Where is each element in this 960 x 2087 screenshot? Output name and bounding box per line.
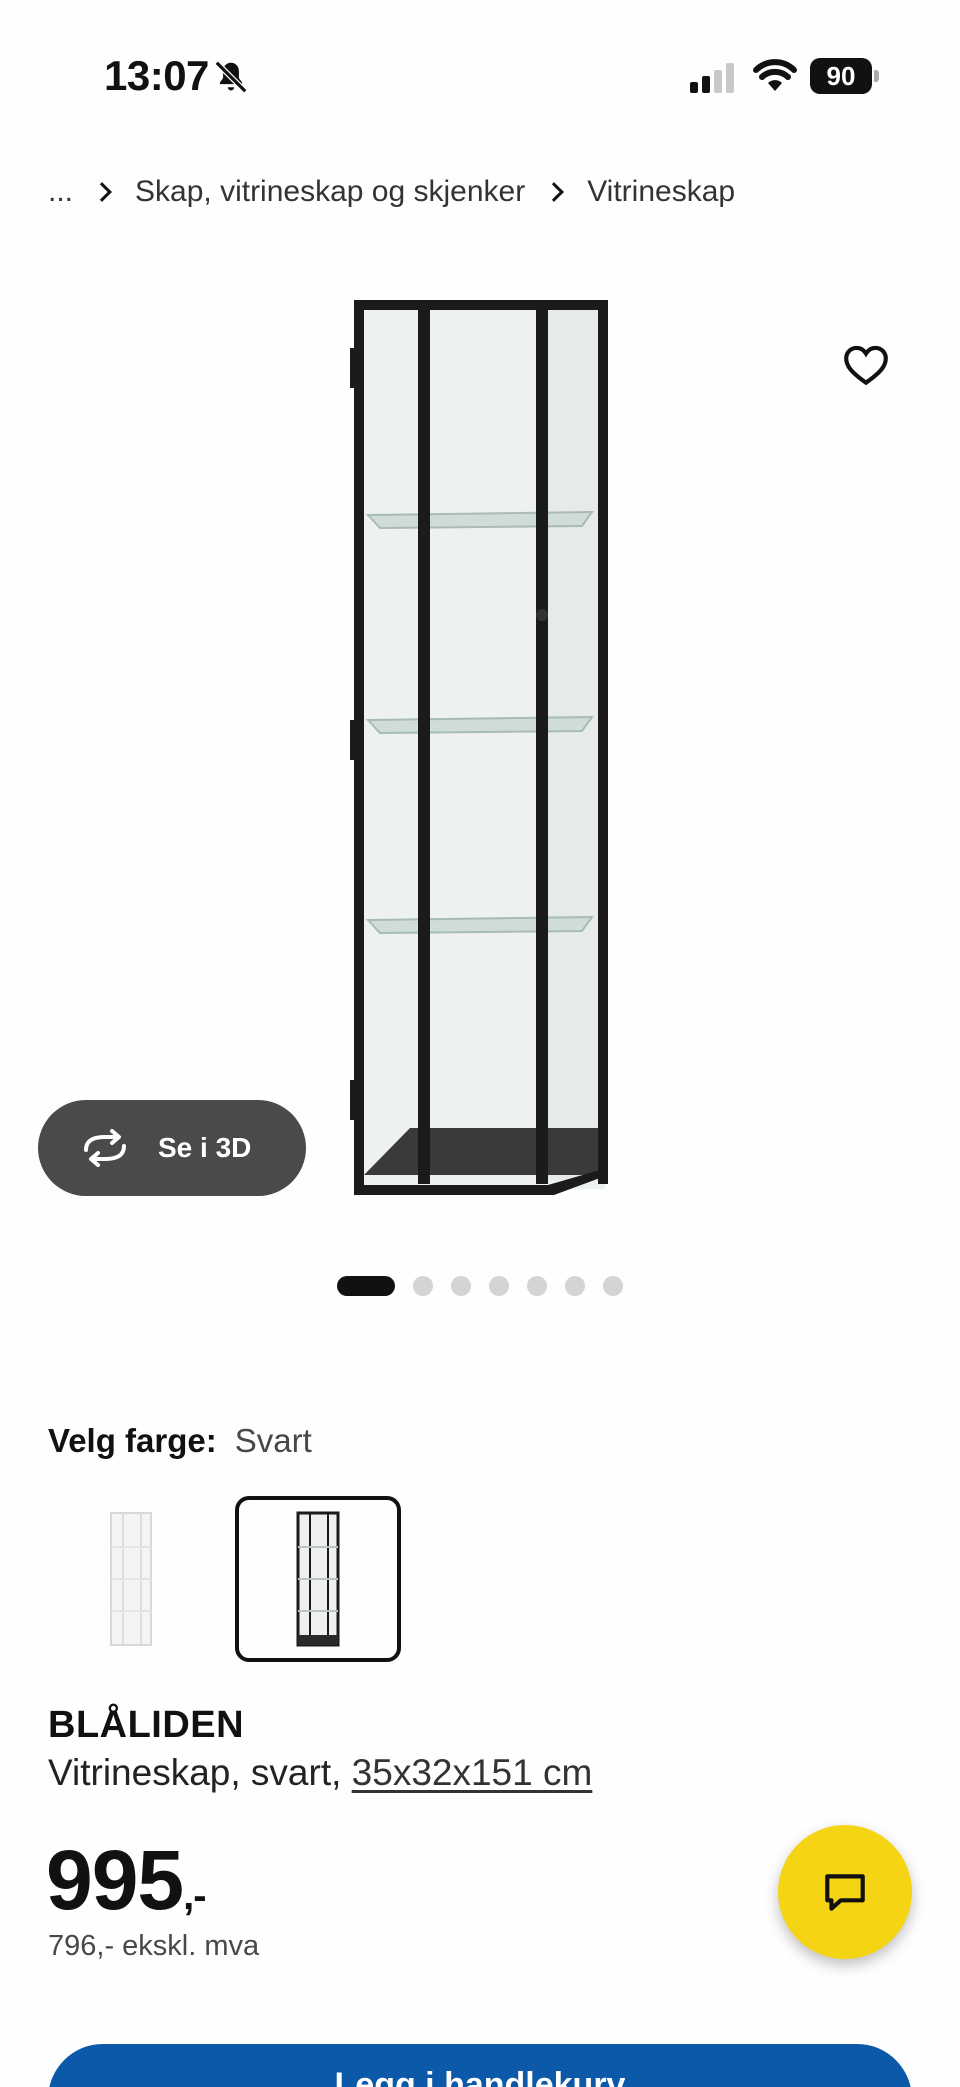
- gallery-pagination: [0, 1276, 960, 1296]
- rotate-3d-icon: [84, 1129, 126, 1167]
- bell-muted-icon: [214, 60, 248, 94]
- breadcrumb: ... Skap, vitrineskap og skjenker Vitrin…: [48, 172, 735, 212]
- price-value: 995: [46, 1833, 184, 1927]
- color-selected-value: Svart: [234, 1422, 312, 1459]
- product-description: Vitrineskap, svart, 35x32x151 cm: [48, 1752, 592, 1794]
- color-label: Velg farge:: [48, 1422, 217, 1459]
- white-cabinet-thumbnail: [110, 1512, 152, 1646]
- chat-icon: [825, 1874, 865, 1911]
- status-bar: 13:07 90: [0, 0, 960, 120]
- price-suffix: ,-: [183, 1874, 206, 1918]
- product-image-gallery[interactable]: [0, 260, 960, 1240]
- pagination-dot[interactable]: [603, 1276, 623, 1296]
- product-name: BLÅLIDEN: [48, 1704, 245, 1746]
- breadcrumb-cabinets[interactable]: Skap, vitrineskap og skjenker: [135, 175, 525, 209]
- view-3d-button[interactable]: Se i 3D: [38, 1100, 306, 1196]
- pagination-dot[interactable]: [489, 1276, 509, 1296]
- chat-button[interactable]: [778, 1825, 912, 1959]
- battery-indicator: 90: [810, 58, 880, 94]
- cellular-signal-icon: [690, 63, 734, 93]
- breadcrumb-display-cabinets[interactable]: Vitrineskap: [587, 175, 735, 209]
- color-swatch-black[interactable]: [235, 1496, 401, 1662]
- pagination-dot[interactable]: [527, 1276, 547, 1296]
- wifi-icon: [753, 59, 797, 91]
- pagination-dot[interactable]: [451, 1276, 471, 1296]
- product-dimensions-link[interactable]: 35x32x151 cm: [352, 1752, 593, 1793]
- color-picker-heading: Velg farge: Svart: [48, 1422, 312, 1460]
- product-type: Vitrineskap, svart,: [48, 1752, 342, 1793]
- pagination-dot[interactable]: [413, 1276, 433, 1296]
- product-price: 995,-: [46, 1832, 207, 1929]
- black-cabinet-thumbnail: [296, 1511, 340, 1647]
- chevron-right-icon: [544, 182, 565, 202]
- product-image: [350, 300, 608, 1195]
- view-3d-label: Se i 3D: [158, 1132, 252, 1163]
- add-to-cart-button[interactable]: Legg i handlekurv: [48, 2044, 912, 2087]
- breadcrumb-ellipsis[interactable]: ...: [48, 175, 73, 209]
- battery-level: 90: [810, 58, 872, 94]
- color-swatch-white[interactable]: [48, 1496, 214, 1662]
- battery-cap: [874, 70, 879, 82]
- price-excluding-vat: 796,- ekskl. mva: [48, 1930, 260, 1962]
- pagination-dot[interactable]: [565, 1276, 585, 1296]
- chevron-right-icon: [92, 182, 112, 202]
- heart-icon[interactable]: [840, 340, 892, 390]
- status-time: 13:07: [104, 52, 209, 99]
- pagination-dot[interactable]: [337, 1276, 395, 1296]
